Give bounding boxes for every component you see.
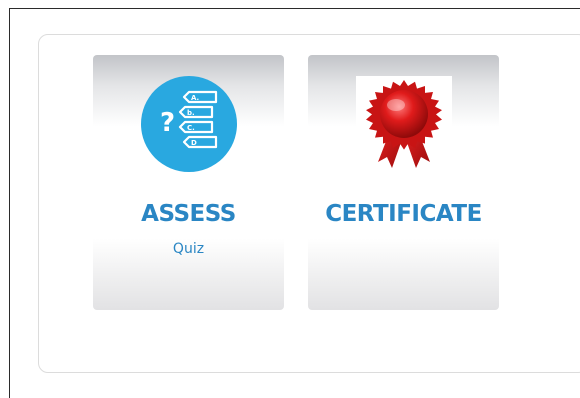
quiz-option-c: C. [187, 124, 195, 132]
assess-title: ASSESS [141, 201, 236, 227]
quiz-question-mark: ? [160, 108, 175, 138]
quiz-icon: A. b. C. D ? [140, 75, 238, 173]
certificate-title: CERTIFICATE [325, 201, 482, 227]
quiz-option-a: A. [191, 94, 199, 102]
certificate-tile[interactable]: CERTIFICATE [308, 55, 499, 310]
quiz-option-d: D [191, 139, 197, 147]
assess-tile[interactable]: A. b. C. D ? ASSESS Quiz [93, 55, 284, 310]
quiz-option-b: b. [187, 109, 195, 117]
award-ribbon-icon [355, 76, 452, 172]
assess-subtitle: Quiz [172, 241, 205, 257]
